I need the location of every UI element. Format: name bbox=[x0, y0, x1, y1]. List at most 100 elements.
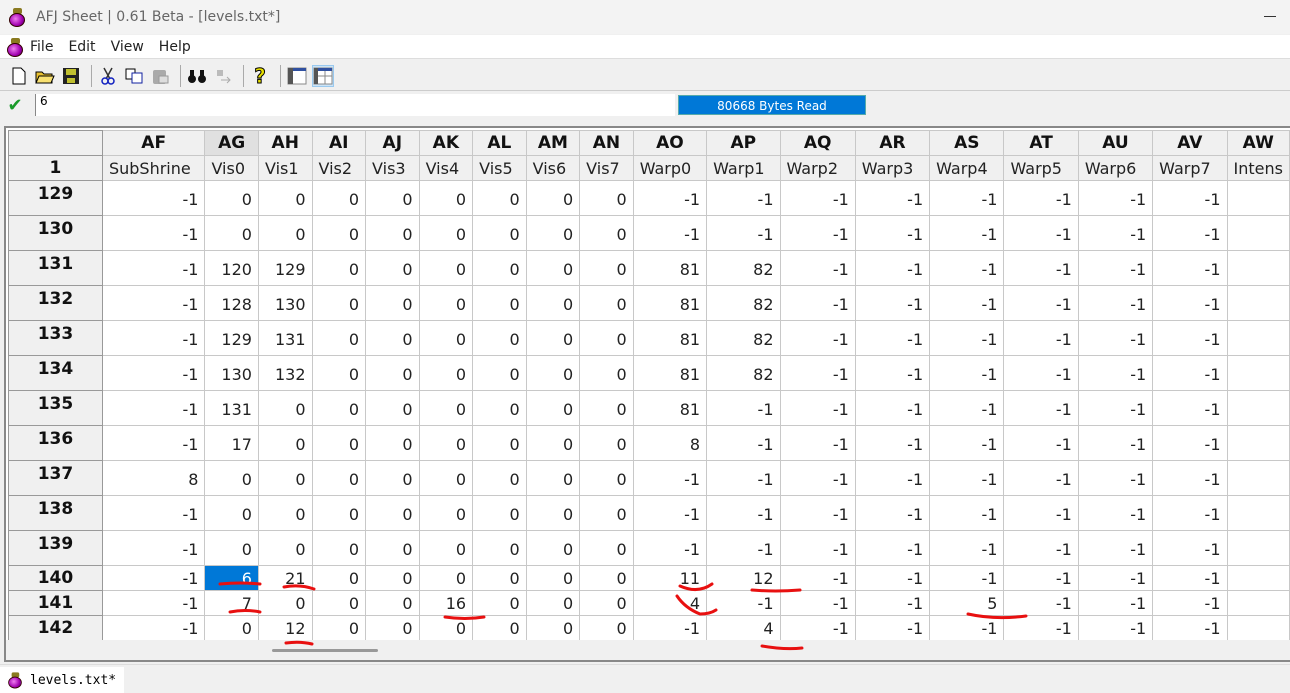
scrollbar-thumb[interactable] bbox=[272, 649, 378, 652]
cell-ah131[interactable]: 129 bbox=[257, 250, 313, 286]
cell-ap139[interactable]: -1 bbox=[706, 530, 781, 566]
replace-icon[interactable] bbox=[212, 65, 234, 87]
column-header-ap[interactable]: AP bbox=[706, 130, 781, 156]
view-list-icon[interactable] bbox=[286, 65, 308, 87]
cell-as129[interactable]: -1 bbox=[929, 180, 1005, 216]
row-header[interactable]: 136 bbox=[8, 425, 103, 461]
cell-at132[interactable]: -1 bbox=[1003, 285, 1079, 321]
cell-av134[interactable]: -1 bbox=[1152, 355, 1228, 391]
cell-at140[interactable]: -1 bbox=[1003, 565, 1079, 591]
cell-af138[interactable]: -1 bbox=[101, 495, 206, 531]
cell-aq135[interactable]: -1 bbox=[779, 390, 856, 426]
cell-aq142[interactable]: -1 bbox=[779, 615, 856, 641]
column-header-aj[interactable]: AJ bbox=[365, 130, 420, 156]
cell-ap129[interactable]: -1 bbox=[706, 180, 781, 216]
cell-am137[interactable]: 0 bbox=[525, 460, 581, 496]
cell-an141[interactable]: 0 bbox=[579, 590, 634, 616]
column-name-av[interactable]: Warp7 bbox=[1152, 155, 1228, 181]
cell-as130[interactable]: -1 bbox=[929, 215, 1005, 251]
cell-av136[interactable]: -1 bbox=[1152, 425, 1228, 461]
column-name-aj[interactable]: Vis3 bbox=[365, 155, 420, 181]
cell-aw138[interactable] bbox=[1226, 495, 1290, 531]
cell-am130[interactable]: 0 bbox=[525, 215, 581, 251]
column-header-ag[interactable]: AG bbox=[204, 130, 259, 156]
row-header[interactable]: 130 bbox=[8, 215, 103, 251]
column-header-aq[interactable]: AQ bbox=[779, 130, 856, 156]
cell-af130[interactable]: -1 bbox=[101, 215, 206, 251]
cell-af141[interactable]: -1 bbox=[101, 590, 206, 616]
cell-ak139[interactable]: 0 bbox=[418, 530, 474, 566]
cell-ah139[interactable]: 0 bbox=[257, 530, 313, 566]
cell-af132[interactable]: -1 bbox=[101, 285, 206, 321]
menu-edit[interactable]: Edit bbox=[68, 39, 95, 55]
paste-icon[interactable] bbox=[149, 65, 171, 87]
row-header-1[interactable]: 1 bbox=[8, 155, 103, 181]
cell-ag139[interactable]: 0 bbox=[204, 530, 259, 566]
cell-ai139[interactable]: 0 bbox=[311, 530, 367, 566]
cell-ao136[interactable]: 8 bbox=[632, 425, 708, 461]
column-name-at[interactable]: Warp5 bbox=[1003, 155, 1079, 181]
row-header[interactable]: 132 bbox=[8, 285, 103, 321]
column-header-ak[interactable]: AK bbox=[418, 130, 474, 156]
cell-ao140[interactable]: 11 bbox=[632, 565, 708, 591]
cell-al131[interactable]: 0 bbox=[472, 250, 527, 286]
cell-am138[interactable]: 0 bbox=[525, 495, 581, 531]
column-header-al[interactable]: AL bbox=[472, 130, 527, 156]
cell-aq138[interactable]: -1 bbox=[779, 495, 856, 531]
cell-ao135[interactable]: 81 bbox=[632, 390, 708, 426]
cell-aw139[interactable] bbox=[1226, 530, 1290, 566]
cell-aw129[interactable] bbox=[1226, 180, 1290, 216]
cell-at131[interactable]: -1 bbox=[1003, 250, 1079, 286]
cell-ao138[interactable]: -1 bbox=[632, 495, 708, 531]
cell-ap131[interactable]: 82 bbox=[706, 250, 781, 286]
column-header-af[interactable]: AF bbox=[101, 130, 206, 156]
cell-am136[interactable]: 0 bbox=[525, 425, 581, 461]
cell-ak130[interactable]: 0 bbox=[418, 215, 474, 251]
column-name-aw[interactable]: Intens bbox=[1226, 155, 1290, 181]
row-header[interactable]: 135 bbox=[8, 390, 103, 426]
cell-am132[interactable]: 0 bbox=[525, 285, 581, 321]
cell-af139[interactable]: -1 bbox=[101, 530, 206, 566]
row-header[interactable]: 137 bbox=[8, 460, 103, 496]
cell-aq134[interactable]: -1 bbox=[779, 355, 856, 391]
cell-am142[interactable]: 0 bbox=[525, 615, 581, 641]
cell-al135[interactable]: 0 bbox=[472, 390, 527, 426]
cell-an136[interactable]: 0 bbox=[579, 425, 634, 461]
cell-ap132[interactable]: 82 bbox=[706, 285, 781, 321]
cell-ah130[interactable]: 0 bbox=[257, 215, 313, 251]
cell-ag131[interactable]: 120 bbox=[204, 250, 259, 286]
cell-af131[interactable]: -1 bbox=[101, 250, 206, 286]
row-header[interactable]: 140 bbox=[8, 565, 103, 591]
cell-ak135[interactable]: 0 bbox=[418, 390, 474, 426]
cell-ak138[interactable]: 0 bbox=[418, 495, 474, 531]
cell-an138[interactable]: 0 bbox=[579, 495, 634, 531]
cell-at139[interactable]: -1 bbox=[1003, 530, 1079, 566]
cell-af133[interactable]: -1 bbox=[101, 320, 206, 356]
cell-aj134[interactable]: 0 bbox=[365, 355, 420, 391]
cell-ai130[interactable]: 0 bbox=[311, 215, 367, 251]
column-name-ai[interactable]: Vis2 bbox=[311, 155, 367, 181]
cell-au135[interactable]: -1 bbox=[1077, 390, 1154, 426]
cell-at137[interactable]: -1 bbox=[1003, 460, 1079, 496]
cell-au137[interactable]: -1 bbox=[1077, 460, 1154, 496]
cell-an130[interactable]: 0 bbox=[579, 215, 634, 251]
cell-ao134[interactable]: 81 bbox=[632, 355, 708, 391]
cell-ai133[interactable]: 0 bbox=[311, 320, 367, 356]
cell-at136[interactable]: -1 bbox=[1003, 425, 1079, 461]
cell-aw135[interactable] bbox=[1226, 390, 1290, 426]
cell-an135[interactable]: 0 bbox=[579, 390, 634, 426]
cell-af140[interactable]: -1 bbox=[101, 565, 206, 591]
cell-aj130[interactable]: 0 bbox=[365, 215, 420, 251]
cell-av130[interactable]: -1 bbox=[1152, 215, 1228, 251]
column-name-ar[interactable]: Warp3 bbox=[854, 155, 931, 181]
row-header[interactable]: 138 bbox=[8, 495, 103, 531]
row-header[interactable]: 139 bbox=[8, 530, 103, 566]
cell-at129[interactable]: -1 bbox=[1003, 180, 1079, 216]
cell-ah136[interactable]: 0 bbox=[257, 425, 313, 461]
column-name-am[interactable]: Vis6 bbox=[525, 155, 581, 181]
cell-ag134[interactable]: 130 bbox=[204, 355, 259, 391]
cell-ao139[interactable]: -1 bbox=[632, 530, 708, 566]
cell-ai140[interactable]: 0 bbox=[311, 565, 367, 591]
cell-aj136[interactable]: 0 bbox=[365, 425, 420, 461]
cell-aw134[interactable] bbox=[1226, 355, 1290, 391]
